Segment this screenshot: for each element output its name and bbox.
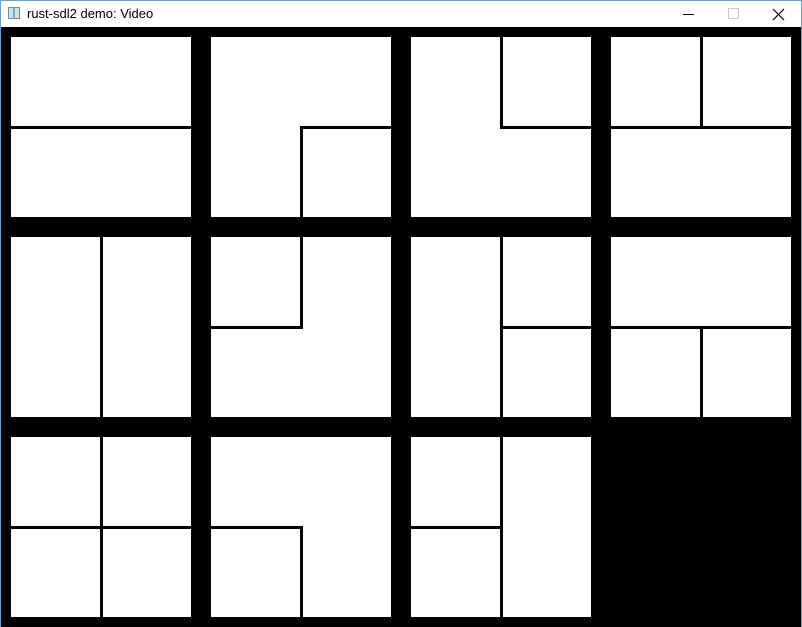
tile-r2c3 (411, 237, 591, 417)
tile-divider (300, 526, 303, 617)
tile-divider (300, 126, 303, 217)
close-button[interactable] (755, 1, 801, 27)
tile-divider (100, 437, 103, 617)
tile-divider (100, 237, 103, 417)
tile-r1c2 (211, 37, 391, 217)
app-window-icon (8, 7, 20, 19)
tile-r3c1 (11, 437, 191, 617)
title-bar[interactable]: rust-sdl2 demo: Video (1, 1, 801, 27)
maximize-icon (728, 8, 739, 19)
maximize-button[interactable] (711, 1, 757, 27)
tile-r3c3 (411, 437, 591, 617)
tile-r1c1 (11, 37, 191, 217)
tile-r1c4 (611, 37, 791, 217)
window-title: rust-sdl2 demo: Video (27, 6, 154, 21)
tile-divider (211, 526, 303, 529)
tile-divider (300, 126, 391, 129)
tile-r2c4 (611, 237, 791, 417)
tile-r1c3 (411, 37, 591, 217)
app-window: rust-sdl2 demo: Video (0, 0, 802, 627)
tile-divider (500, 126, 591, 129)
tile-divider (411, 526, 503, 529)
tile-divider (211, 326, 303, 329)
minimize-icon (683, 14, 694, 15)
tile-divider (500, 37, 503, 129)
tile-r2c2 (211, 237, 391, 417)
minimize-button[interactable] (665, 1, 711, 27)
render-canvas[interactable] (1, 27, 801, 627)
tile-divider (700, 326, 703, 417)
tile-divider (700, 37, 703, 129)
tile-r3c2 (211, 437, 391, 617)
close-icon (772, 8, 785, 21)
tile-r2c1 (11, 237, 191, 417)
tile-divider (500, 326, 591, 329)
tile-divider (11, 126, 191, 129)
tile-divider (300, 237, 303, 329)
